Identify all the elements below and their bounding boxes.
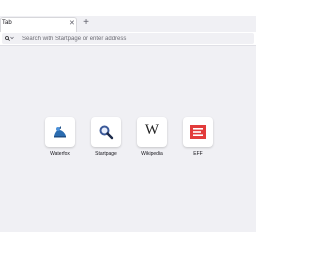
magnifier-icon	[99, 125, 114, 140]
top-site-tile[interactable]	[183, 117, 213, 147]
tab-strip: Tab ✕ +	[0, 16, 256, 32]
url-input[interactable]	[22, 33, 242, 44]
search-engine-button[interactable]	[4, 34, 14, 43]
close-icon[interactable]: ✕	[69, 19, 75, 29]
tab-title: Tab	[2, 20, 12, 26]
navigation-toolbar	[0, 32, 256, 46]
wikipedia-w-icon: W	[144, 122, 160, 138]
top-site-tile[interactable]: W	[137, 117, 167, 147]
top-site-tile[interactable]	[91, 117, 121, 147]
chevron-down-icon	[10, 36, 14, 41]
top-site-label: Waterfox	[50, 151, 70, 157]
eff-logo-icon	[190, 125, 206, 139]
top-site-label: EFF	[193, 151, 203, 157]
top-site-tile[interactable]	[45, 117, 75, 147]
browser-window: Tab ✕ + Search with Startpage or enter a…	[0, 16, 256, 232]
top-site-label: Startpage	[95, 151, 117, 157]
top-site-label: Wikipedia	[141, 151, 163, 157]
tab-active[interactable]: Tab ✕	[0, 17, 77, 32]
address-bar[interactable]	[2, 33, 254, 44]
waterfox-logo-icon	[54, 126, 66, 138]
new-tab-button[interactable]: +	[81, 16, 91, 30]
